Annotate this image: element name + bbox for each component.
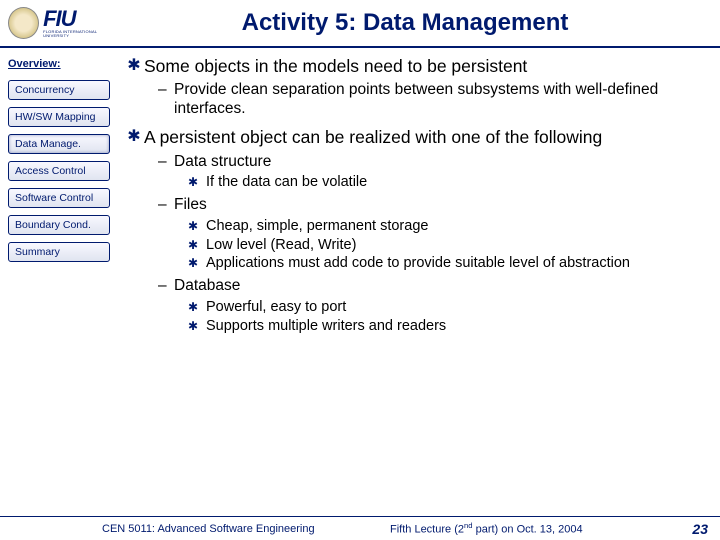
- sidebar-item-data-manage[interactable]: Data Manage.: [8, 134, 110, 154]
- sidebar: Overview: Concurrency HW/SW Mapping Data…: [0, 48, 118, 516]
- bullet-text: If the data can be volatile: [206, 174, 367, 192]
- footer-course: CEN 5011: Advanced Software Engineering: [12, 523, 390, 535]
- bullet-text: Files: [174, 196, 207, 215]
- bullet-text: Powerful, easy to port: [206, 299, 346, 317]
- footer-lecture: Fifth Lecture (2nd part) on Oct. 13, 200…: [390, 521, 678, 536]
- page-number: 23: [678, 521, 708, 537]
- bullet-text: Low level (Read, Write): [206, 237, 356, 255]
- university-seal-icon: [8, 7, 39, 39]
- star-icon: ✱: [188, 299, 206, 317]
- bullet-text: Database: [174, 277, 240, 296]
- dash-icon: –: [158, 81, 174, 119]
- bullet-text: Provide clean separation points between …: [174, 81, 706, 119]
- star-icon: ✱: [188, 218, 206, 236]
- bullet-text: Cheap, simple, permanent storage: [206, 218, 428, 236]
- bullet-text: Supports multiple writers and readers: [206, 318, 446, 336]
- header: FIU FLORIDA INTERNATIONAL UNIVERSITY Act…: [0, 0, 720, 48]
- bullet-text: Some objects in the models need to be pe…: [144, 56, 527, 77]
- footer: CEN 5011: Advanced Software Engineering …: [0, 516, 720, 540]
- sidebar-item-hwsw[interactable]: HW/SW Mapping: [8, 107, 110, 127]
- bullet-text: Data structure: [174, 153, 271, 172]
- logo: FIU FLORIDA INTERNATIONAL UNIVERSITY: [0, 7, 130, 39]
- star-icon: ✱: [124, 56, 144, 77]
- dash-icon: –: [158, 153, 174, 172]
- sidebar-item-boundary[interactable]: Boundary Cond.: [8, 215, 110, 235]
- dash-icon: –: [158, 277, 174, 296]
- content: ✱Some objects in the models need to be p…: [118, 48, 720, 516]
- sidebar-item-software-control[interactable]: Software Control: [8, 188, 110, 208]
- slide-title: Activity 5: Data Management: [130, 9, 720, 37]
- logo-subtext: FLORIDA INTERNATIONAL UNIVERSITY: [43, 30, 122, 38]
- bullet-text: Applications must add code to provide su…: [206, 255, 630, 273]
- bullet-text: A persistent object can be realized with…: [144, 127, 602, 148]
- dash-icon: –: [158, 196, 174, 215]
- sidebar-item-summary[interactable]: Summary: [8, 242, 110, 262]
- sidebar-item-concurrency[interactable]: Concurrency: [8, 80, 110, 100]
- star-icon: ✱: [188, 255, 206, 273]
- star-icon: ✱: [188, 318, 206, 336]
- star-icon: ✱: [188, 237, 206, 255]
- sidebar-heading: Overview:: [8, 58, 110, 70]
- logo-text: FIU: [43, 8, 122, 30]
- star-icon: ✱: [124, 127, 144, 148]
- star-icon: ✱: [188, 174, 206, 192]
- sidebar-item-access-control[interactable]: Access Control: [8, 161, 110, 181]
